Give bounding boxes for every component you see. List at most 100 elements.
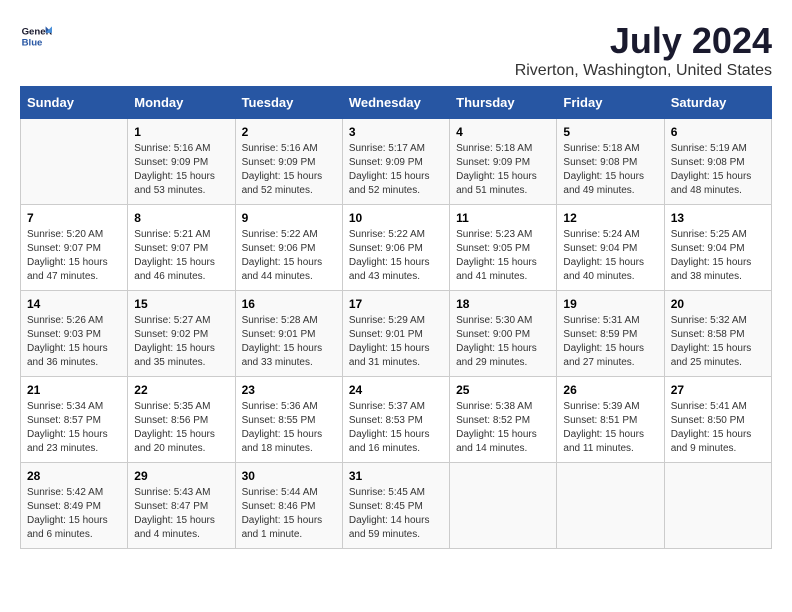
subtitle: Riverton, Washington, United States (515, 62, 772, 80)
day-info: Sunrise: 5:18 AMSunset: 9:08 PMDaylight:… (563, 142, 657, 198)
day-info: Sunrise: 5:20 AMSunset: 9:07 PMDaylight:… (27, 228, 121, 284)
day-info: Sunrise: 5:39 AMSunset: 8:51 PMDaylight:… (563, 400, 657, 456)
calendar-table: SundayMondayTuesdayWednesdayThursdayFrid… (20, 86, 772, 549)
day-number: 23 (242, 383, 336, 397)
day-number: 7 (27, 211, 121, 225)
calendar-cell: 22 Sunrise: 5:35 AMSunset: 8:56 PMDayligh… (128, 377, 235, 463)
day-number: 3 (349, 125, 443, 139)
calendar-cell: 17Sunrise: 5:29 AMSunset: 9:01 PMDayligh… (342, 291, 449, 377)
calendar-cell: 27 Sunrise: 5:41 AMSunset: 8:50 PMDayligh… (664, 377, 771, 463)
calendar-cell: 18Sunrise: 5:30 AMSunset: 9:00 PMDayligh… (450, 291, 557, 377)
day-number: 19 (563, 297, 657, 311)
calendar-body: 1 Sunrise: 5:16 AMSunset: 9:09 PMDaylight… (21, 119, 772, 549)
calendar-cell: 20 Sunrise: 5:32 AMSunset: 8:58 PMDayligh… (664, 291, 771, 377)
day-number: 6 (671, 125, 765, 139)
day-number: 24 (349, 383, 443, 397)
day-info: Sunrise: 5:37 AMSunset: 8:53 PMDaylight:… (349, 400, 443, 456)
day-number: 13 (671, 211, 765, 225)
header-day-monday: Monday (128, 87, 235, 119)
day-number: 28 (27, 469, 121, 483)
calendar-cell: 2 Sunrise: 5:16 AMSunset: 9:09 PMDaylight… (235, 119, 342, 205)
day-info: Sunrise: 5:16 AMSunset: 9:09 PMDaylight:… (242, 142, 336, 198)
day-number: 29 (134, 469, 228, 483)
day-info: Sunrise: 5:38 AMSunset: 8:52 PMDaylight:… (456, 400, 550, 456)
day-info: Sunrise: 5:22 AMSunset: 9:06 PMDaylight:… (349, 228, 443, 284)
day-number: 12 (563, 211, 657, 225)
day-info: Sunrise: 5:29 AMSunset: 9:01 PMDaylight:… (349, 314, 443, 370)
day-info: Sunrise: 5:23 AMSunset: 9:05 PMDaylight:… (456, 228, 550, 284)
calendar-cell (450, 463, 557, 549)
day-info: Sunrise: 5:41 AMSunset: 8:50 PMDaylight:… (671, 400, 765, 456)
day-number: 2 (242, 125, 336, 139)
title-area: July 2024 Riverton, Washington, United S… (515, 20, 772, 80)
calendar-cell: 5 Sunrise: 5:18 AMSunset: 9:08 PMDaylight… (557, 119, 664, 205)
day-info: Sunrise: 5:34 AMSunset: 8:57 PMDaylight:… (27, 400, 121, 456)
calendar-cell: 23Sunrise: 5:36 AMSunset: 8:55 PMDayligh… (235, 377, 342, 463)
day-number: 5 (563, 125, 657, 139)
header-day-friday: Friday (557, 87, 664, 119)
day-info: Sunrise: 5:42 AMSunset: 8:49 PMDaylight:… (27, 486, 121, 542)
day-info: Sunrise: 5:28 AMSunset: 9:01 PMDaylight:… (242, 314, 336, 370)
calendar-cell: 6 Sunrise: 5:19 AMSunset: 9:08 PMDaylight… (664, 119, 771, 205)
week-row-0: 1 Sunrise: 5:16 AMSunset: 9:09 PMDaylight… (21, 119, 772, 205)
day-info: Sunrise: 5:35 AMSunset: 8:56 PMDaylight:… (134, 400, 228, 456)
calendar-cell: 16 Sunrise: 5:28 AMSunset: 9:01 PMDayligh… (235, 291, 342, 377)
calendar-cell: 1 Sunrise: 5:16 AMSunset: 9:09 PMDaylight… (128, 119, 235, 205)
logo: General Blue (20, 20, 52, 52)
calendar-cell: 30Sunrise: 5:44 AMSunset: 8:46 PMDayligh… (235, 463, 342, 549)
day-number: 16 (242, 297, 336, 311)
week-row-4: 28 Sunrise: 5:42 AMSunset: 8:49 PMDayligh… (21, 463, 772, 549)
calendar-cell: 3 Sunrise: 5:17 AMSunset: 9:09 PMDaylight… (342, 119, 449, 205)
day-info: Sunrise: 5:43 AMSunset: 8:47 PMDaylight:… (134, 486, 228, 542)
day-info: Sunrise: 5:18 AMSunset: 9:09 PMDaylight:… (456, 142, 550, 198)
day-number: 18 (456, 297, 550, 311)
day-info: Sunrise: 5:45 AMSunset: 8:45 PMDaylight:… (349, 486, 443, 542)
week-row-1: 7 Sunrise: 5:20 AMSunset: 9:07 PMDaylight… (21, 205, 772, 291)
calendar-cell: 8Sunrise: 5:21 AMSunset: 9:07 PMDaylight… (128, 205, 235, 291)
day-info: Sunrise: 5:22 AMSunset: 9:06 PMDaylight:… (242, 228, 336, 284)
header: General Blue July 2024 Riverton, Washing… (20, 20, 772, 80)
header-day-sunday: Sunday (21, 87, 128, 119)
day-number: 22 (134, 383, 228, 397)
calendar-cell (21, 119, 128, 205)
svg-text:Blue: Blue (22, 38, 43, 49)
day-info: Sunrise: 5:24 AMSunset: 9:04 PMDaylight:… (563, 228, 657, 284)
day-number: 15 (134, 297, 228, 311)
day-info: Sunrise: 5:16 AMSunset: 9:09 PMDaylight:… (134, 142, 228, 198)
calendar-cell: 31Sunrise: 5:45 AMSunset: 8:45 PMDayligh… (342, 463, 449, 549)
day-number: 1 (134, 125, 228, 139)
header-day-thursday: Thursday (450, 87, 557, 119)
calendar-cell: 28 Sunrise: 5:42 AMSunset: 8:49 PMDayligh… (21, 463, 128, 549)
header-row: SundayMondayTuesdayWednesdayThursdayFrid… (21, 87, 772, 119)
day-number: 10 (349, 211, 443, 225)
day-number: 27 (671, 383, 765, 397)
calendar-cell: 25 Sunrise: 5:38 AMSunset: 8:52 PMDayligh… (450, 377, 557, 463)
logo-icon: General Blue (20, 20, 52, 52)
header-day-wednesday: Wednesday (342, 87, 449, 119)
day-info: Sunrise: 5:19 AMSunset: 9:08 PMDaylight:… (671, 142, 765, 198)
calendar-header: SundayMondayTuesdayWednesdayThursdayFrid… (21, 87, 772, 119)
day-number: 26 (563, 383, 657, 397)
calendar-cell: 21Sunrise: 5:34 AMSunset: 8:57 PMDayligh… (21, 377, 128, 463)
day-number: 11 (456, 211, 550, 225)
day-number: 20 (671, 297, 765, 311)
calendar-cell (557, 463, 664, 549)
day-number: 8 (134, 211, 228, 225)
calendar-cell: 29 Sunrise: 5:43 AMSunset: 8:47 PMDayligh… (128, 463, 235, 549)
day-number: 9 (242, 211, 336, 225)
calendar-cell: 19Sunrise: 5:31 AMSunset: 8:59 PMDayligh… (557, 291, 664, 377)
calendar-cell: 4Sunrise: 5:18 AMSunset: 9:09 PMDaylight… (450, 119, 557, 205)
day-info: Sunrise: 5:27 AMSunset: 9:02 PMDaylight:… (134, 314, 228, 370)
week-row-3: 21Sunrise: 5:34 AMSunset: 8:57 PMDayligh… (21, 377, 772, 463)
day-number: 25 (456, 383, 550, 397)
calendar-cell: 15 Sunrise: 5:27 AMSunset: 9:02 PMDayligh… (128, 291, 235, 377)
day-info: Sunrise: 5:17 AMSunset: 9:09 PMDaylight:… (349, 142, 443, 198)
day-number: 14 (27, 297, 121, 311)
calendar-cell: 14Sunrise: 5:26 AMSunset: 9:03 PMDayligh… (21, 291, 128, 377)
day-info: Sunrise: 5:44 AMSunset: 8:46 PMDaylight:… (242, 486, 336, 542)
calendar-cell: 26 Sunrise: 5:39 AMSunset: 8:51 PMDayligh… (557, 377, 664, 463)
calendar-cell: 7 Sunrise: 5:20 AMSunset: 9:07 PMDaylight… (21, 205, 128, 291)
day-info: Sunrise: 5:32 AMSunset: 8:58 PMDaylight:… (671, 314, 765, 370)
day-info: Sunrise: 5:25 AMSunset: 9:04 PMDaylight:… (671, 228, 765, 284)
calendar-cell: 9 Sunrise: 5:22 AMSunset: 9:06 PMDaylight… (235, 205, 342, 291)
